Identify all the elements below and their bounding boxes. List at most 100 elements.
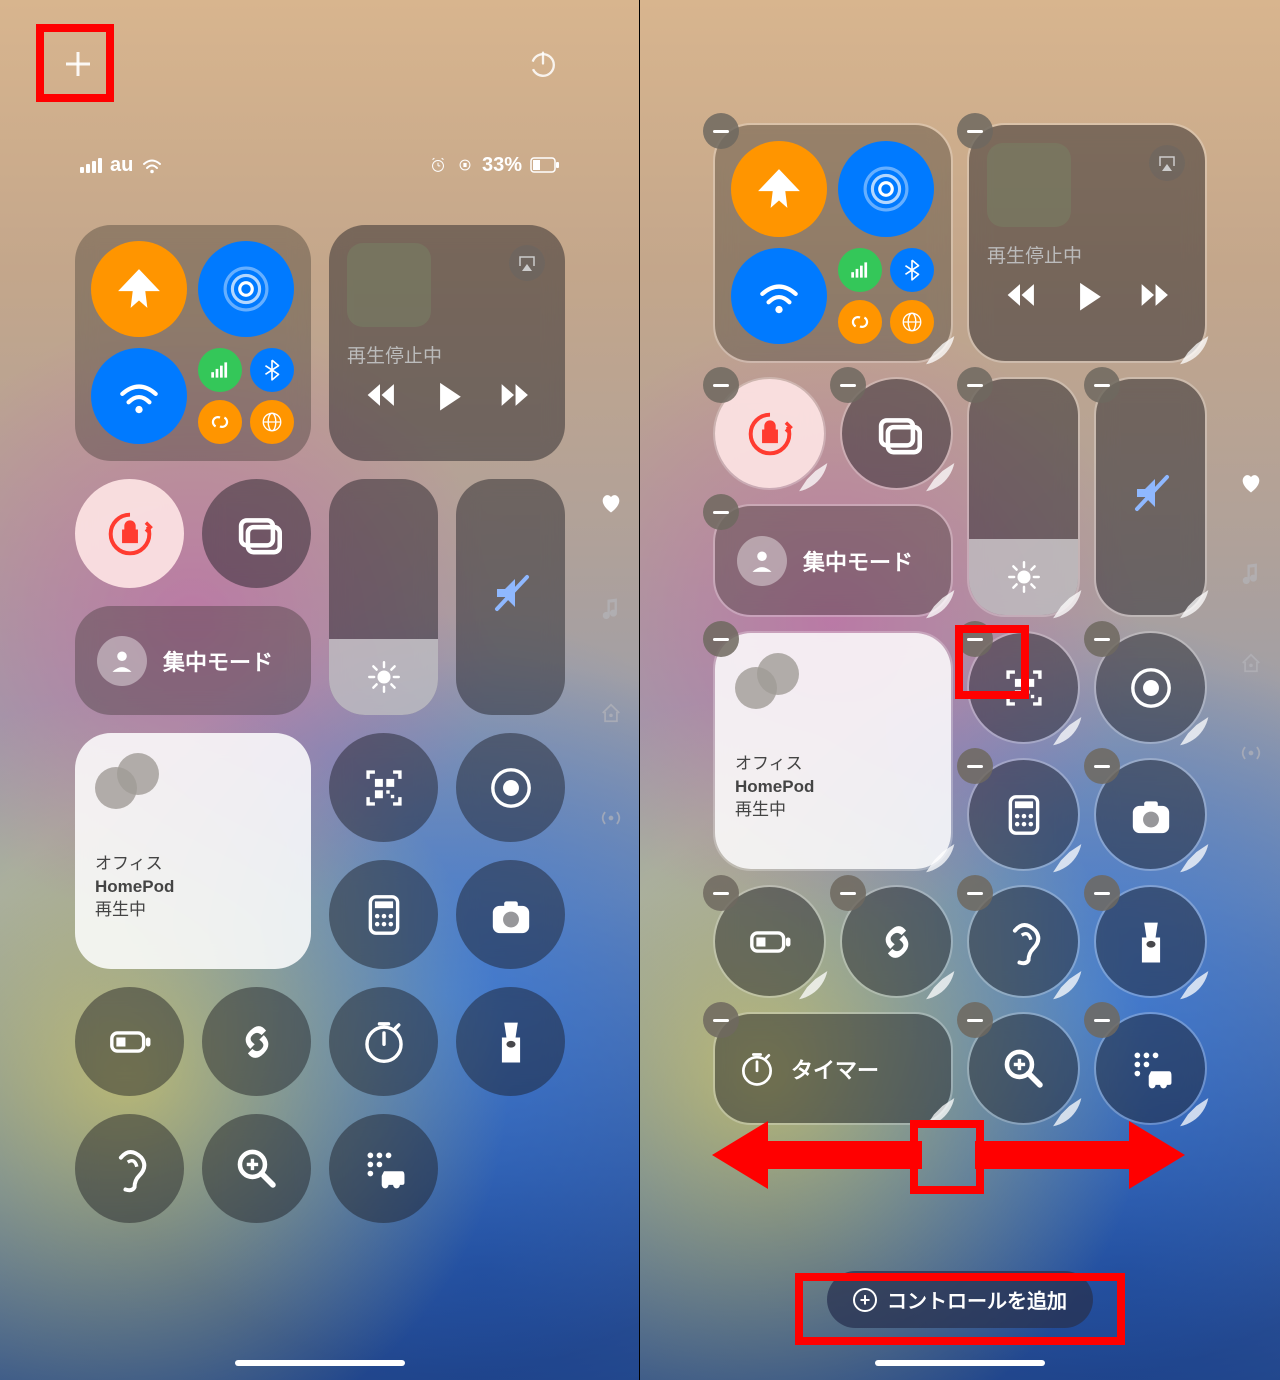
connectivity-module[interactable]	[715, 125, 951, 361]
remove-badge[interactable]	[957, 367, 993, 403]
low-power-button[interactable]	[75, 987, 184, 1096]
driving-assist-button[interactable]	[329, 1114, 438, 1223]
airplane-mode-toggle[interactable]	[91, 241, 187, 337]
airplay-button[interactable]	[509, 245, 545, 281]
wifi-toggle[interactable]	[731, 248, 827, 344]
remove-badge[interactable]	[1084, 875, 1120, 911]
qr-scan-button[interactable]	[329, 733, 438, 842]
resize-handle[interactable]	[1167, 323, 1209, 365]
homepod-module[interactable]: オフィス HomePod 再生中	[75, 733, 311, 969]
remove-badge[interactable]	[957, 748, 993, 784]
home-indicator[interactable]	[875, 1360, 1045, 1366]
screen-mirror-button[interactable]	[842, 379, 951, 488]
remove-badge[interactable]	[1084, 367, 1120, 403]
home-page-icon[interactable]	[1238, 650, 1264, 681]
hearing-button[interactable]	[969, 887, 1078, 996]
person-icon	[97, 636, 147, 686]
timer-button[interactable]: タイマー	[715, 1014, 951, 1123]
rotation-lock-toggle[interactable]	[75, 479, 184, 588]
airdrop-toggle[interactable]	[838, 141, 934, 237]
low-power-button[interactable]	[715, 887, 824, 996]
resize-handle[interactable]	[913, 831, 955, 873]
airplay-button[interactable]	[1149, 145, 1185, 181]
hotspot-toggle[interactable]	[198, 400, 242, 444]
power-button[interactable]	[526, 48, 560, 87]
play-button[interactable]	[428, 376, 466, 414]
stopwatch-button[interactable]	[329, 987, 438, 1096]
remove-badge[interactable]	[703, 875, 739, 911]
highlight-add-controls	[795, 1273, 1125, 1345]
remove-badge[interactable]	[703, 621, 739, 657]
shazam-button[interactable]	[202, 987, 311, 1096]
battery-icon	[530, 157, 560, 173]
airplane-mode-toggle[interactable]	[731, 141, 827, 237]
bluetooth-toggle[interactable]	[890, 248, 934, 292]
remove-badge[interactable]	[1084, 621, 1120, 657]
screen-record-button[interactable]	[456, 733, 565, 842]
remove-badge[interactable]	[1084, 748, 1120, 784]
connectivity-page-icon[interactable]	[598, 805, 624, 836]
calculator-button[interactable]	[329, 860, 438, 969]
forward-button[interactable]	[497, 378, 531, 412]
focus-mode-button[interactable]: 集中モード	[715, 506, 951, 615]
satellite-toggle[interactable]	[250, 400, 294, 444]
camera-button[interactable]	[1096, 760, 1205, 869]
homepod-icon	[95, 753, 163, 813]
magnifier-button[interactable]	[202, 1114, 311, 1223]
satellite-toggle[interactable]	[890, 300, 934, 344]
hotspot-toggle[interactable]	[838, 300, 882, 344]
brightness-slider[interactable]	[329, 479, 438, 715]
flashlight-button[interactable]	[1096, 887, 1205, 996]
remove-badge[interactable]	[957, 1002, 993, 1038]
homepod-room: オフィス	[95, 853, 291, 876]
play-button[interactable]	[1068, 276, 1106, 314]
favorites-page-icon[interactable]	[1238, 470, 1264, 501]
connectivity-page-icon[interactable]	[1238, 740, 1264, 771]
driving-assist-button[interactable]	[1096, 1014, 1205, 1123]
music-page-icon[interactable]	[1238, 560, 1264, 591]
remove-badge[interactable]	[703, 494, 739, 530]
magnifier-button[interactable]	[969, 1014, 1078, 1123]
volume-slider[interactable]	[1096, 379, 1205, 615]
hearing-button[interactable]	[75, 1114, 184, 1223]
rewind-button[interactable]	[1003, 278, 1037, 312]
focus-mode-button[interactable]: 集中モード	[75, 606, 311, 715]
home-page-icon[interactable]	[598, 700, 624, 731]
favorites-page-icon[interactable]	[598, 490, 624, 521]
home-indicator[interactable]	[235, 1360, 405, 1366]
rotation-lock-toggle[interactable]	[715, 379, 824, 488]
cellular-toggle[interactable]	[838, 248, 882, 292]
bluetooth-toggle[interactable]	[250, 348, 294, 392]
remove-badge[interactable]	[830, 367, 866, 403]
remove-badge[interactable]	[703, 367, 739, 403]
camera-button[interactable]	[456, 860, 565, 969]
volume-slider[interactable]	[456, 479, 565, 715]
remove-badge[interactable]	[957, 875, 993, 911]
airdrop-toggle[interactable]	[198, 241, 294, 337]
timer-icon	[737, 1049, 777, 1089]
homepod-module[interactable]: オフィス HomePod 再生中	[715, 633, 951, 869]
flashlight-button[interactable]	[456, 987, 565, 1096]
forward-button[interactable]	[1137, 278, 1171, 312]
resize-handle[interactable]	[913, 577, 955, 619]
calculator-button[interactable]	[969, 760, 1078, 869]
now-playing-module[interactable]: 再生停止中	[329, 225, 565, 461]
screen-record-button[interactable]	[1096, 633, 1205, 742]
remove-badge[interactable]	[830, 875, 866, 911]
cellular-toggle[interactable]	[198, 348, 242, 392]
shazam-button[interactable]	[842, 887, 951, 996]
brightness-slider[interactable]	[969, 379, 1078, 615]
remove-badge[interactable]	[1084, 1002, 1120, 1038]
screen-mirror-button[interactable]	[202, 479, 311, 588]
now-playing-module[interactable]: 再生停止中	[969, 125, 1205, 361]
rewind-button[interactable]	[363, 378, 397, 412]
connectivity-module[interactable]	[75, 225, 311, 461]
homepod-name: HomePod	[735, 776, 931, 799]
remove-badge[interactable]	[703, 113, 739, 149]
music-page-icon[interactable]	[598, 595, 624, 626]
remove-badge[interactable]	[957, 113, 993, 149]
resize-handle[interactable]	[1167, 577, 1209, 619]
remove-badge[interactable]	[703, 1002, 739, 1038]
wifi-toggle[interactable]	[91, 348, 187, 444]
arrow-left	[712, 1115, 922, 1195]
